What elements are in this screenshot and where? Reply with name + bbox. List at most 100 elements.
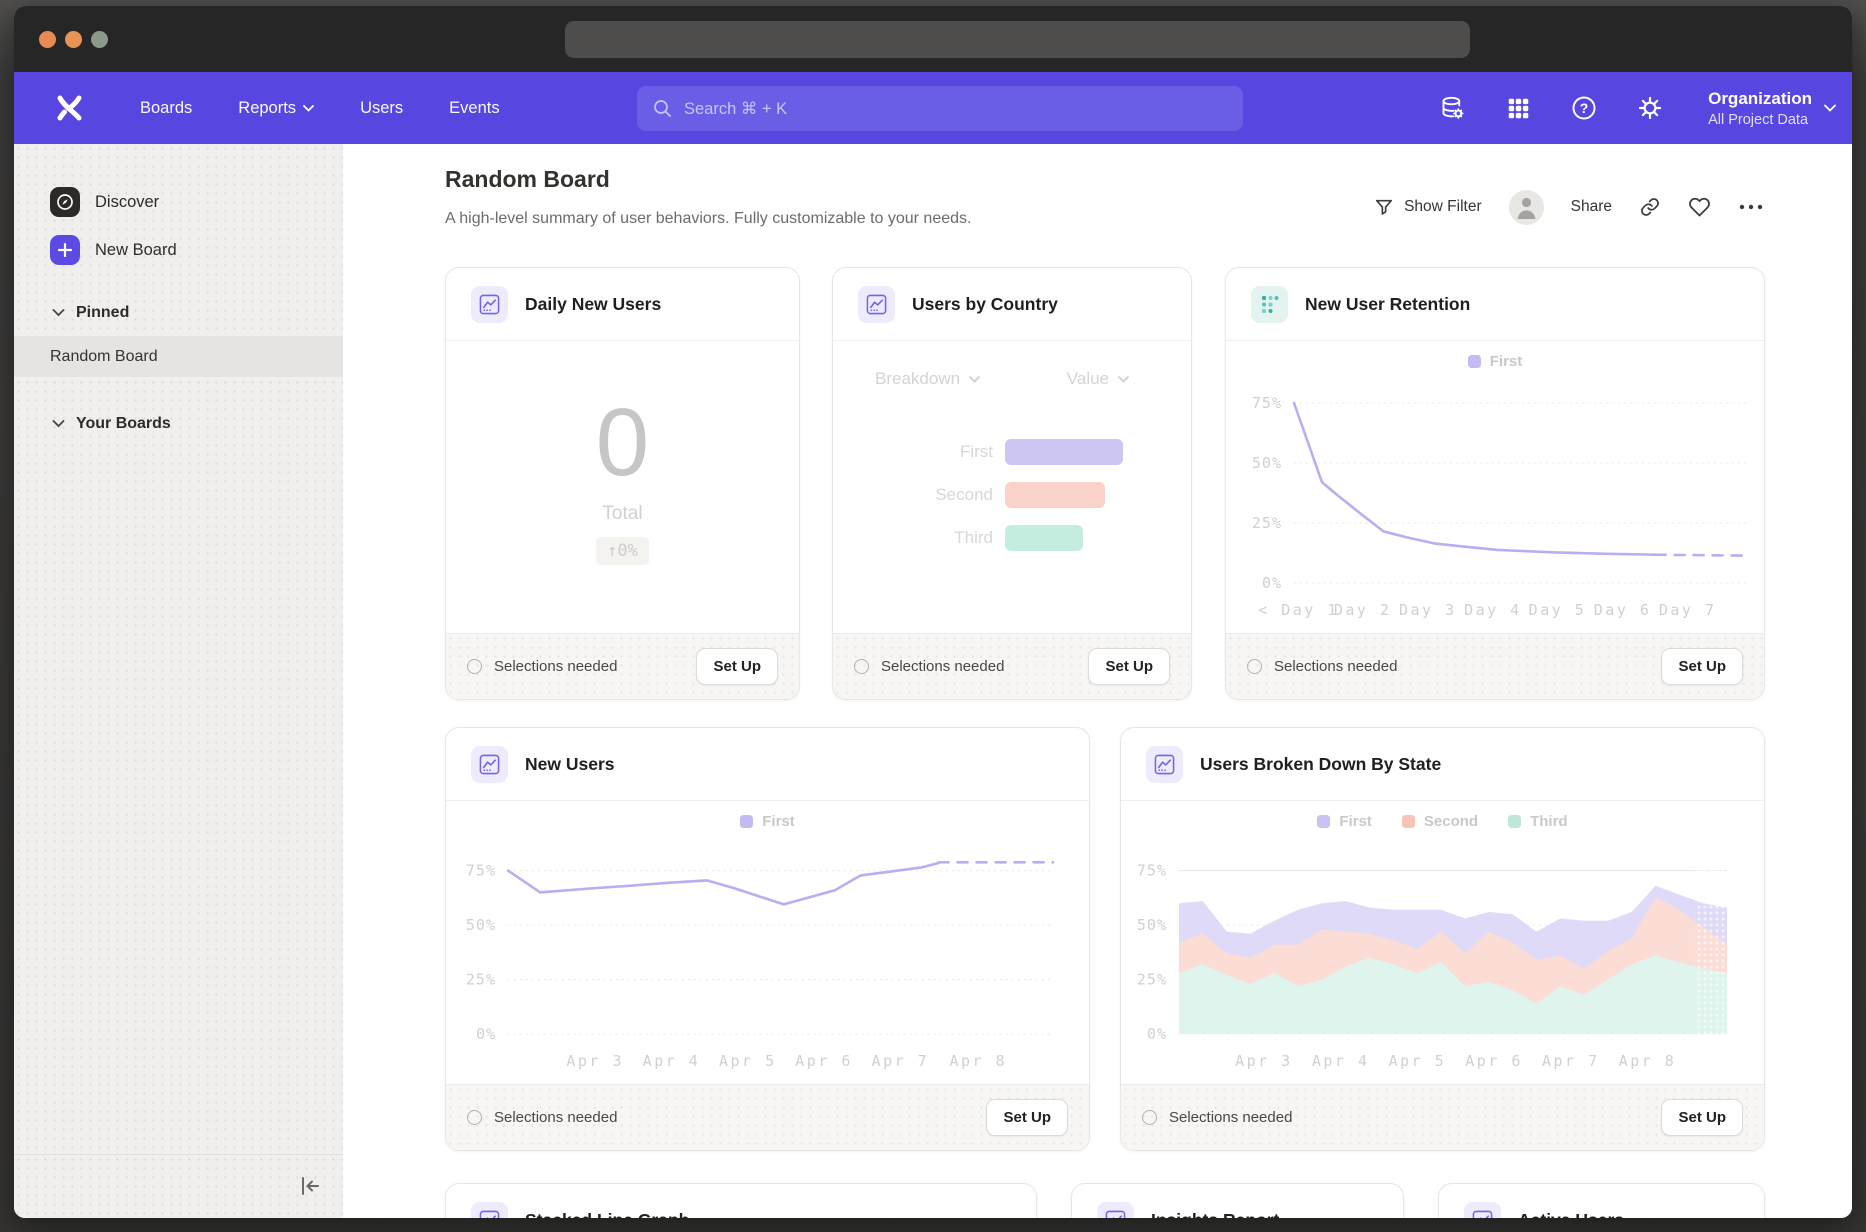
sidebar-section-your-boards[interactable]: Your Boards bbox=[14, 407, 343, 441]
card-daily-new-users: Daily New Users 0 Total ↑0% Selections n… bbox=[445, 267, 800, 700]
nav-link-users[interactable]: Users bbox=[360, 99, 403, 118]
card-footer: Selections needed Set Up bbox=[1226, 633, 1764, 699]
svg-text:Apr 5: Apr 5 bbox=[1389, 1052, 1447, 1070]
sidebar-item-random-board[interactable]: Random Board bbox=[14, 336, 343, 377]
legend-item[interactable]: Second bbox=[1402, 813, 1478, 830]
bar-third bbox=[1005, 525, 1083, 551]
chevron-down-icon bbox=[52, 420, 65, 428]
data-management-icon[interactable] bbox=[1438, 94, 1466, 122]
board-main: Random Board A high-level summary of use… bbox=[343, 144, 1852, 1218]
set-up-button[interactable]: Set Up bbox=[986, 1099, 1068, 1136]
chevron-down-icon bbox=[52, 309, 65, 317]
favorite-heart-icon[interactable] bbox=[1688, 196, 1711, 218]
card-title: Users Broken Down By State bbox=[1200, 754, 1441, 775]
card-users-by-country: Users by Country Breakdown Value bbox=[832, 267, 1192, 700]
status-radio-icon bbox=[1142, 1110, 1157, 1125]
chart-legend: First bbox=[1226, 353, 1764, 370]
nav-link-events[interactable]: Events bbox=[449, 99, 499, 118]
mixpanel-logo-icon[interactable] bbox=[52, 91, 86, 125]
legend-swatch-icon bbox=[1468, 355, 1481, 368]
search-input[interactable]: Search ⌘ + K bbox=[637, 86, 1243, 131]
nav-link-boards[interactable]: Boards bbox=[140, 99, 192, 118]
top-navbar: Boards Reports Users Events Search ⌘ + K bbox=[14, 72, 1852, 144]
show-filter-button[interactable]: Show Filter bbox=[1374, 197, 1482, 217]
window-close-button[interactable] bbox=[39, 31, 56, 48]
plus-icon bbox=[50, 235, 80, 265]
sidebar-item-discover[interactable]: Discover bbox=[14, 178, 343, 226]
new-users-chart: 75%50%25%0%Apr 3Apr 4Apr 5Apr 6Apr 7Apr … bbox=[446, 839, 1089, 1080]
card-footer: Selections needed Set Up bbox=[446, 1084, 1089, 1150]
insights-chart-icon bbox=[1097, 1202, 1134, 1219]
legend-item[interactable]: Third bbox=[1508, 813, 1568, 830]
svg-text:Apr 5: Apr 5 bbox=[719, 1052, 777, 1070]
settings-gear-icon[interactable] bbox=[1636, 94, 1664, 122]
set-up-button[interactable]: Set Up bbox=[696, 648, 778, 685]
legend-item[interactable]: First bbox=[740, 813, 795, 830]
bar-second bbox=[1005, 482, 1105, 508]
card-body: First 75%50%25%0%< Day 1Day 2Day 3Day 4D… bbox=[1226, 341, 1764, 633]
svg-text:Day 2: Day 2 bbox=[1334, 601, 1392, 619]
svg-text:Apr 7: Apr 7 bbox=[872, 1052, 930, 1070]
window-zoom-button[interactable] bbox=[91, 31, 108, 48]
nav-link-reports[interactable]: Reports bbox=[238, 99, 314, 118]
sidebar-section-pinned[interactable]: Pinned bbox=[14, 296, 343, 330]
search-placeholder: Search ⌘ + K bbox=[684, 99, 787, 119]
copy-link-icon[interactable] bbox=[1639, 196, 1661, 218]
set-up-button[interactable]: Set Up bbox=[1088, 648, 1170, 685]
svg-text:25%: 25% bbox=[1137, 971, 1167, 989]
svg-text:Apr 3: Apr 3 bbox=[566, 1052, 624, 1070]
status-radio-icon bbox=[467, 659, 482, 674]
card-title: Active Users bbox=[1518, 1210, 1624, 1219]
card-title: Stacked Line Graph bbox=[525, 1210, 689, 1219]
card-footer: Selections needed Set Up bbox=[833, 633, 1191, 699]
svg-text:Day 6: Day 6 bbox=[1594, 601, 1652, 619]
address-bar[interactable] bbox=[565, 21, 1470, 58]
window-minimize-button[interactable] bbox=[65, 31, 82, 48]
desktop-background: Boards Reports Users Events Search ⌘ + K bbox=[0, 0, 1866, 1232]
breakdown-row: First bbox=[833, 439, 1191, 465]
breakdown-dropdown[interactable]: Breakdown bbox=[875, 369, 980, 389]
row-label: First bbox=[833, 442, 993, 462]
sidebar-item-label: New Board bbox=[95, 241, 177, 260]
insights-chart-icon bbox=[858, 286, 895, 323]
value-dropdown[interactable]: Value bbox=[1067, 369, 1129, 389]
card-header: Users Broken Down By State bbox=[1121, 728, 1764, 801]
svg-text:25%: 25% bbox=[1252, 514, 1282, 532]
set-up-button[interactable]: Set Up bbox=[1661, 648, 1743, 685]
svg-text:Apr 4: Apr 4 bbox=[1312, 1052, 1370, 1070]
breakdown-row: Third bbox=[833, 525, 1191, 551]
show-filter-label: Show Filter bbox=[1404, 198, 1482, 216]
status-text: Selections needed bbox=[494, 1109, 617, 1126]
card-body: FirstSecondThird 75%50%25%0%Apr 3Apr 4Ap… bbox=[1121, 801, 1764, 1084]
page-subtitle: A high-level summary of user behaviors. … bbox=[445, 210, 971, 228]
legend-swatch-icon bbox=[1508, 815, 1521, 828]
more-options-icon[interactable] bbox=[1738, 202, 1764, 212]
sidebar-item-new-board[interactable]: New Board bbox=[14, 226, 343, 274]
org-switcher[interactable]: Organization All Project Data bbox=[1708, 89, 1836, 128]
svg-text:75%: 75% bbox=[1137, 862, 1167, 880]
bar-first bbox=[1005, 439, 1123, 465]
card-insights-report: Insights Report bbox=[1071, 1183, 1404, 1218]
content-area: Discover New Board Pinned Random Board bbox=[14, 144, 1852, 1218]
svg-text:0%: 0% bbox=[1262, 574, 1282, 592]
card-active-users: Active Users bbox=[1438, 1183, 1765, 1218]
status-radio-icon bbox=[1247, 659, 1262, 674]
svg-text:Day 7: Day 7 bbox=[1659, 601, 1717, 619]
legend-swatch-icon bbox=[1317, 815, 1330, 828]
card-users-by-state: Users Broken Down By State First Second Th… bbox=[1120, 727, 1765, 1151]
legend-item[interactable]: First bbox=[1317, 813, 1372, 830]
sidebar-section-label: Pinned bbox=[76, 304, 129, 322]
svg-text:50%: 50% bbox=[1137, 916, 1167, 934]
set-up-button[interactable]: Set Up bbox=[1661, 1099, 1743, 1136]
card-footer: Selections needed Set Up bbox=[446, 633, 799, 699]
share-button[interactable]: Share bbox=[1571, 198, 1612, 216]
status-text: Selections needed bbox=[1274, 658, 1397, 675]
avatar[interactable] bbox=[1509, 190, 1544, 225]
apps-grid-icon[interactable] bbox=[1504, 94, 1532, 122]
svg-text:Day 3: Day 3 bbox=[1399, 601, 1457, 619]
collapse-sidebar-icon[interactable] bbox=[297, 1173, 323, 1199]
help-icon[interactable]: ? bbox=[1570, 94, 1598, 122]
legend-item[interactable]: First bbox=[1468, 353, 1523, 370]
row-label: Second bbox=[833, 485, 993, 505]
breakdown-row: Second bbox=[833, 482, 1191, 508]
